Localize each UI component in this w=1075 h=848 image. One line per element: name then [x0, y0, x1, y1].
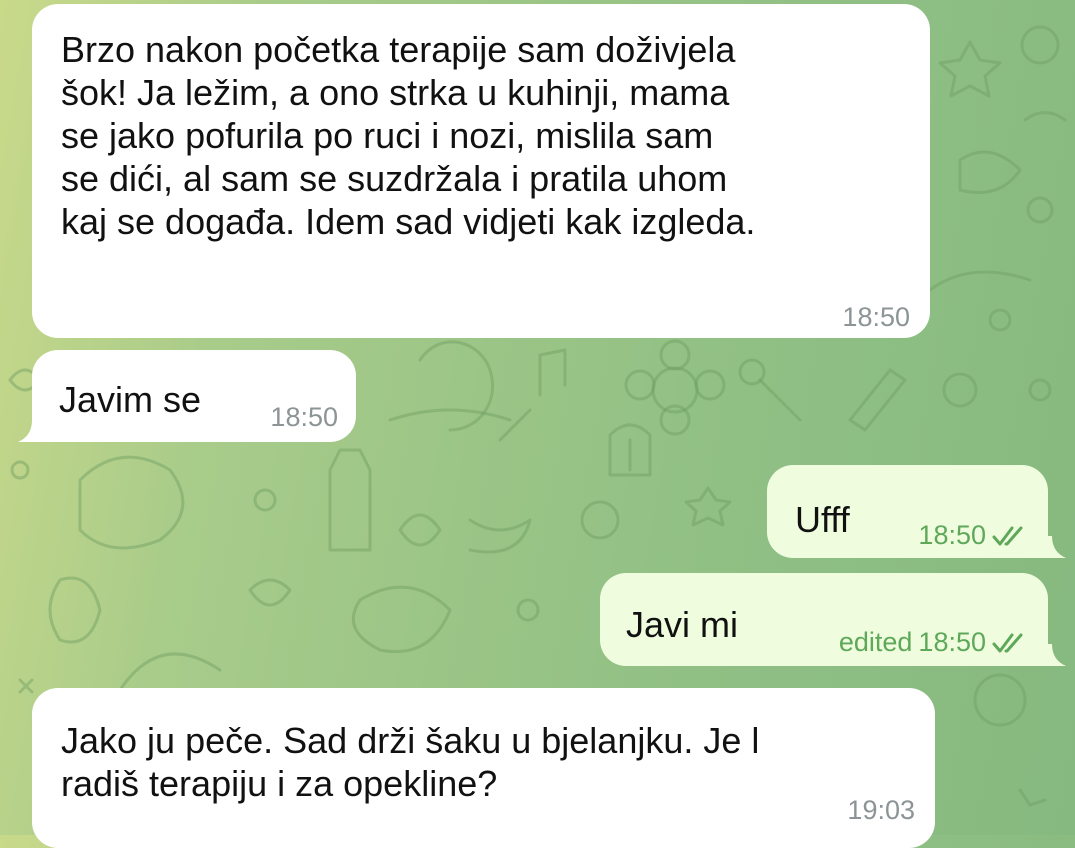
edited-label: edited	[838, 627, 913, 657]
message-bubble-incoming[interactable]: Brzo nakon početka terapije sam doživjel…	[32, 4, 930, 338]
message-bubble-outgoing[interactable]: Ufff 18:50	[767, 465, 1048, 558]
time-label: 18:50	[270, 402, 338, 432]
time-label: 18:50	[918, 627, 986, 657]
message-time: 19:03	[847, 789, 915, 832]
bubble-tail	[1044, 536, 1066, 558]
message-time: 18:50	[918, 514, 1026, 557]
message-time: 18:50	[842, 296, 910, 339]
bubble-tail	[1044, 644, 1066, 666]
time-label: 18:50	[842, 302, 910, 332]
message-text: Jako ju peče. Sad drži šaku u bjelanjku.…	[61, 720, 760, 804]
time-label: 18:50	[918, 520, 986, 550]
message-bubble-outgoing[interactable]: Javi mi edited 18:50	[600, 573, 1048, 666]
message-text: Ufff	[795, 499, 850, 540]
star-doodle	[938, 40, 1002, 98]
double-check-icon	[992, 526, 1023, 545]
message-bubble-incoming[interactable]: Jako ju peče. Sad drži šaku u bjelanjku.…	[32, 688, 935, 848]
bubble-tail	[18, 420, 40, 442]
message-text: Javim se	[59, 379, 202, 420]
message-text: Brzo nakon početka terapije sam doživjel…	[61, 29, 756, 242]
message-time: edited 18:50	[839, 621, 1026, 664]
time-label: 19:03	[847, 795, 915, 825]
double-check-icon	[992, 633, 1023, 652]
message-bubble-incoming[interactable]: Javim se 18:50	[32, 350, 356, 442]
message-text: Javi mi	[626, 604, 739, 645]
message-time: 18:50	[270, 396, 338, 439]
